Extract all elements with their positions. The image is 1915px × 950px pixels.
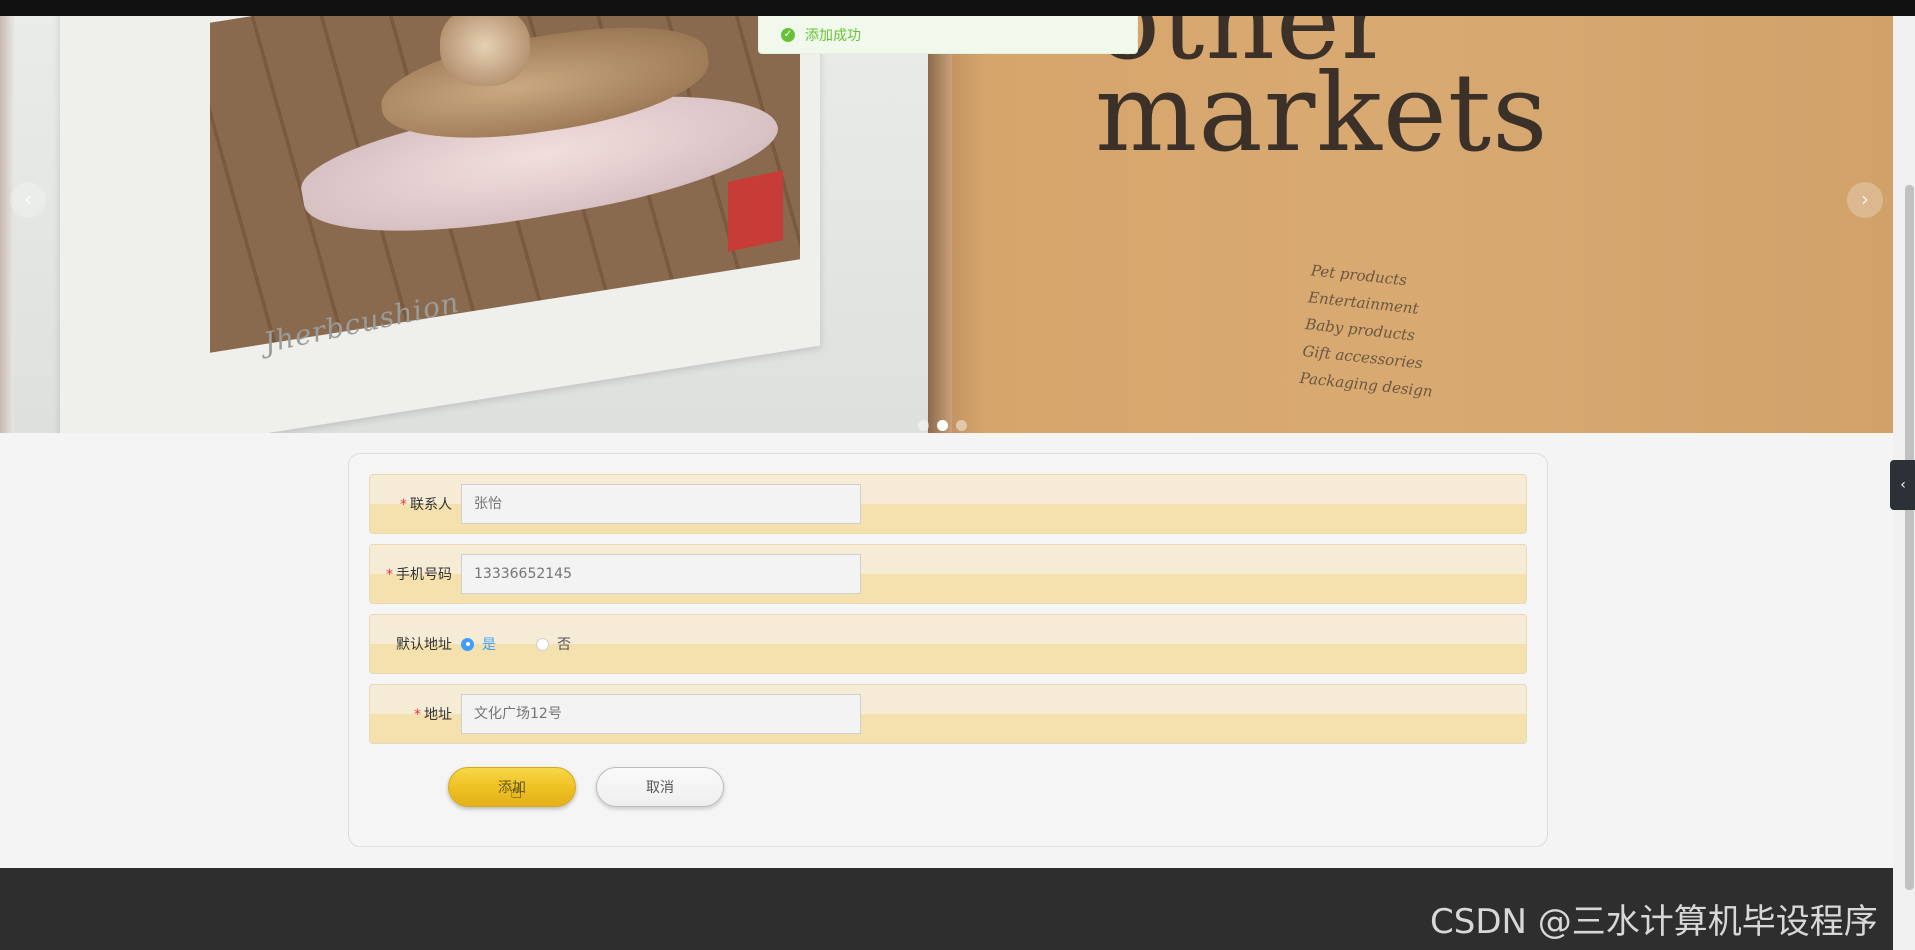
- browser-top-bar: [0, 0, 1915, 16]
- default-address-label: 默认地址: [396, 637, 452, 653]
- form-row-address: * 地址: [369, 684, 1527, 744]
- address-form: *联系人 *手机号码 默认地址 是 否 *地址 添加 取消: [348, 453, 1548, 847]
- carousel-dot-2[interactable]: [937, 420, 948, 431]
- form-row-contact: * 联系人: [369, 474, 1527, 534]
- default-address-radio-no[interactable]: 否: [536, 634, 571, 654]
- contact-label: * 联系人: [400, 497, 452, 513]
- form-row-default-address: 默认地址 是 否: [369, 614, 1527, 674]
- address-label: * 地址: [414, 707, 452, 723]
- scrollbar-thumb[interactable]: [1905, 185, 1914, 890]
- address-input[interactable]: [461, 694, 861, 734]
- banner-book-list: Pet products Entertainment Baby products…: [1298, 261, 1434, 401]
- radio-checked-icon[interactable]: [461, 637, 474, 651]
- carousel-dot-3[interactable]: [956, 420, 967, 431]
- carousel-indicators: [918, 420, 967, 431]
- success-check-icon: ✓: [781, 27, 795, 42]
- carousel-prev-arrow-icon[interactable]: ‹: [10, 182, 46, 218]
- phone-input[interactable]: [461, 554, 861, 594]
- banner-book-title: other markets: [1095, 16, 1549, 176]
- default-address-radio-group: 是 否: [461, 634, 611, 654]
- cancel-button[interactable]: 取消: [596, 767, 724, 807]
- carousel-dot-1[interactable]: [918, 420, 929, 431]
- form-row-phone: * 手机号码: [369, 544, 1527, 604]
- success-toast: ✓ 添加成功: [758, 16, 1138, 54]
- radio-unchecked-icon[interactable]: [536, 637, 549, 651]
- banner-carousel[interactable]: Jherbcushion other markets Pet products …: [0, 16, 1893, 433]
- carousel-next-arrow-icon[interactable]: ›: [1847, 182, 1883, 218]
- submit-button[interactable]: 添加: [448, 767, 576, 807]
- toast-message: 添加成功: [805, 27, 861, 44]
- default-address-radio-yes[interactable]: 是: [461, 634, 496, 654]
- phone-label: * 手机号码: [386, 567, 452, 583]
- banner-image-left-page: Jherbcushion: [0, 16, 930, 433]
- collapse-panel-chevron-left-icon[interactable]: ‹: [1890, 460, 1915, 510]
- csdn-watermark: CSDN @三水计算机毕设程序: [1430, 902, 1878, 942]
- contact-input[interactable]: [461, 484, 861, 524]
